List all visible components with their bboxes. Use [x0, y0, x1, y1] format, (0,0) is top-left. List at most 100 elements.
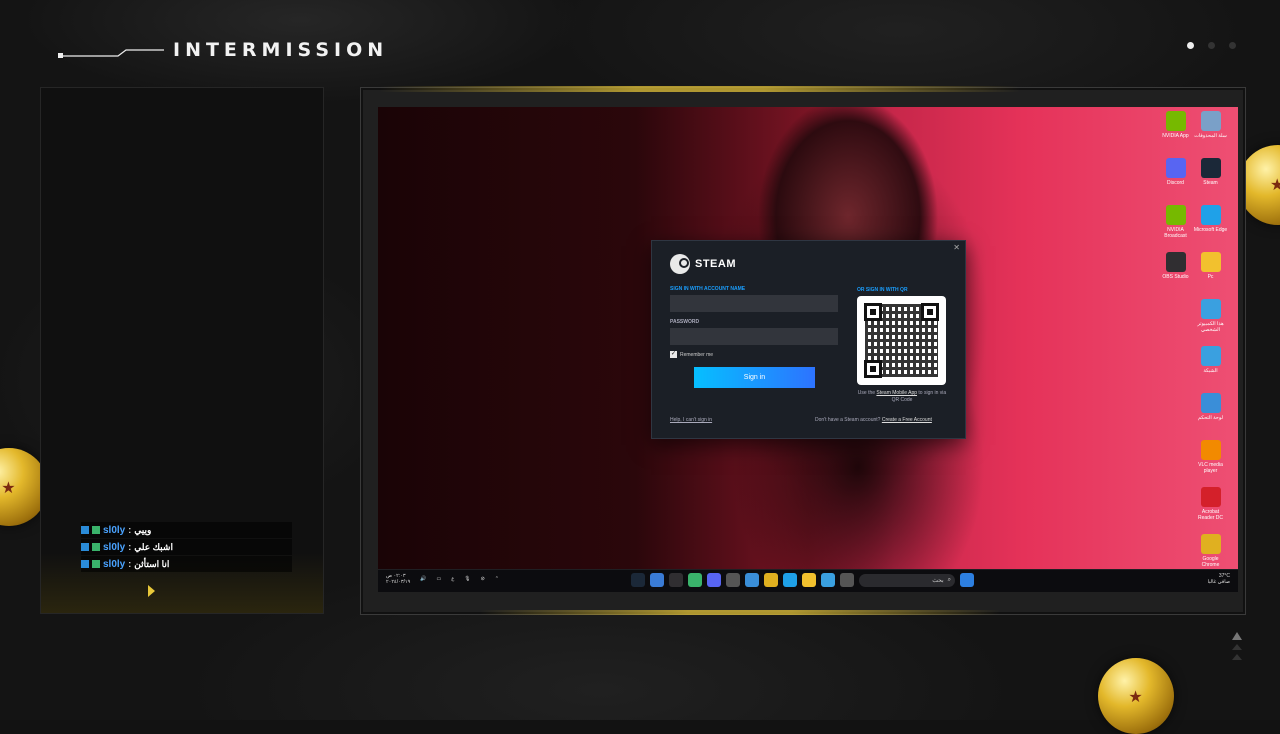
desktop-icon[interactable]: هذا الكمبيوتر الشخصي	[1193, 299, 1228, 342]
qr-finder	[864, 303, 882, 321]
help-link[interactable]: Help, I can't sign in	[670, 417, 712, 423]
control-panel-icon	[1200, 393, 1221, 413]
desktop-icon[interactable]: OBS Studio	[1158, 252, 1193, 295]
play-icon[interactable]	[688, 573, 702, 587]
remember-me[interactable]: ✓ Remember me	[670, 351, 713, 358]
muted-icon[interactable]: ⊘	[481, 576, 485, 582]
this-pc-icon	[1200, 299, 1221, 319]
steam-logo-icon	[670, 254, 690, 274]
desktop-icon-label: الشبكة	[1203, 368, 1218, 374]
badge-icon	[81, 560, 89, 568]
password-input[interactable]	[670, 328, 838, 345]
desktop-icon-label: هذا الكمبيوتر الشخصي	[1197, 321, 1224, 333]
chat-overlay: sl0ly : وييي sl0ly : اشبك علي sl0ly : ان…	[81, 522, 292, 573]
checkbox-checked-icon[interactable]: ✓	[670, 351, 677, 358]
network-icon[interactable]	[821, 573, 835, 587]
desktop-icon-label: Discord	[1167, 180, 1184, 186]
qr-finder	[921, 303, 939, 321]
search-icon: ⌕	[947, 576, 951, 583]
clock-date: ٢٠٢٤/٠٣/١٩	[386, 579, 411, 585]
badge-icon	[81, 543, 89, 551]
page-dot	[1208, 42, 1215, 49]
badge-icon	[92, 560, 100, 568]
explorer-icon[interactable]	[650, 573, 664, 587]
desktop-icon[interactable]: لوحة التحكم	[1193, 393, 1228, 436]
desktop-icon[interactable]: Pc	[1193, 252, 1228, 295]
remember-me-label: Remember me	[680, 351, 714, 358]
scroll-indicator	[1232, 632, 1242, 660]
desktop-icons: NVIDIA App سلة المحذوفات Discord Steam NVIDI…	[1158, 111, 1228, 577]
qr-note: Use the Steam Mobile App to sign in via …	[855, 390, 949, 404]
page-dot	[1229, 42, 1236, 49]
discord-icon	[1165, 158, 1186, 178]
chat-message: sl0ly : وييي	[81, 522, 292, 538]
page-title: INTERMISSION	[173, 39, 389, 61]
create-account-link[interactable]: Create a Free Account	[882, 417, 932, 423]
chat-separator: :	[128, 559, 132, 569]
chat-text: انا استأثن	[134, 558, 170, 569]
chat-text: وييي	[134, 524, 152, 535]
system-tray: ٠٢:٠٣ ص ٢٠٢٤/٠٣/١٩ 🔊 ▭ ع 🎙 ⊘ ⌃	[386, 573, 499, 585]
weather-widget[interactable]: 37°C صافي غالبا	[1208, 573, 1230, 585]
desktop: NVIDIA App سلة المحذوفات Discord Steam NVIDI…	[378, 107, 1238, 592]
desktop-icon-label: NVIDIA Broadcast	[1164, 227, 1187, 239]
discord-icon[interactable]	[707, 573, 721, 587]
vlc-icon	[1200, 440, 1221, 460]
desktop-icon[interactable]: NVIDIA App	[1158, 111, 1193, 154]
folder-icon	[1200, 252, 1221, 272]
mail-icon[interactable]	[840, 573, 854, 587]
chat-message: sl0ly : انا استأثن	[81, 556, 292, 572]
no-account-label: Don't have a Steam account?	[815, 417, 881, 423]
folder-icon[interactable]	[802, 573, 816, 587]
chat-username: sl0ly	[103, 558, 126, 570]
desktop-icon[interactable]: Acrobat Reader DC	[1193, 487, 1228, 530]
account-name-label: SIGN IN WITH ACCOUNT NAME	[670, 286, 746, 292]
desktop-icon[interactable]: VLC media player	[1193, 440, 1228, 483]
account-name-input[interactable]	[670, 295, 838, 312]
clock[interactable]: ٠٢:٠٣ ص ٢٠٢٤/٠٣/١٩	[386, 573, 410, 585]
badge-icon	[92, 543, 100, 551]
qr-finder	[864, 360, 882, 378]
taskbar-pinned: بحث ⌕	[631, 573, 974, 587]
sign-in-button[interactable]: Sign in	[694, 367, 815, 388]
desktop-icon[interactable]: الشبكة	[1193, 346, 1228, 389]
desktop-icon[interactable]: Steam	[1193, 158, 1228, 201]
dragon-ball-decoration	[1098, 658, 1174, 734]
weather-text: صافي غالبا	[1207, 579, 1230, 585]
network-icon	[1200, 346, 1221, 366]
settings-icon[interactable]	[726, 573, 740, 587]
start-icon[interactable]	[960, 573, 974, 587]
microphone-icon[interactable]: 🎙	[464, 576, 470, 582]
taskbar-search[interactable]: بحث ⌕	[859, 573, 955, 587]
chrome-icon[interactable]	[764, 573, 778, 587]
obs-icon[interactable]	[669, 573, 683, 587]
desktop-icon[interactable]: Microsoft Edge	[1193, 205, 1228, 248]
desktop-icon[interactable]: Discord	[1158, 158, 1193, 201]
steam-logo: STEAM	[670, 254, 736, 274]
steam-mobile-app-link[interactable]: Steam Mobile App	[876, 390, 917, 396]
password-label: PASSWORD	[670, 319, 700, 325]
language-indicator[interactable]: ع	[451, 576, 454, 582]
frame-glow	[480, 610, 1000, 615]
desktop-icon[interactable]: سلة المحذوفات	[1193, 111, 1228, 154]
desktop-icon[interactable]: NVIDIA Broadcast	[1158, 205, 1193, 248]
desktop-icon-label: Google Chrome	[1201, 556, 1220, 568]
camera-panel: sl0ly : وييي sl0ly : اشبك علي sl0ly : ان…	[40, 87, 324, 614]
store-icon[interactable]	[745, 573, 759, 587]
badge-icon	[81, 526, 89, 534]
close-icon[interactable]: ✕	[953, 243, 960, 252]
edge-icon[interactable]	[783, 573, 797, 587]
speaker-icon[interactable]: 🔊	[420, 576, 426, 582]
frame-glow	[380, 86, 1020, 92]
chevron-up-icon[interactable]: ⌃	[495, 576, 499, 582]
desktop-icon-label: NVIDIA App	[1162, 133, 1189, 139]
network-icon[interactable]: ▭	[437, 576, 442, 582]
chat-separator: :	[128, 525, 132, 535]
steam-icon[interactable]	[631, 573, 645, 587]
chat-message: sl0ly : اشبك علي	[81, 539, 292, 555]
chat-separator: :	[128, 542, 132, 552]
obs-icon	[1165, 252, 1186, 272]
desktop-icon-label: Steam	[1203, 180, 1218, 186]
edge-icon	[1200, 205, 1221, 225]
taskbar: ٠٢:٠٣ ص ٢٠٢٤/٠٣/١٩ 🔊 ▭ ع 🎙 ⊘ ⌃ بحث ⌕ 37°C…	[378, 569, 1238, 592]
